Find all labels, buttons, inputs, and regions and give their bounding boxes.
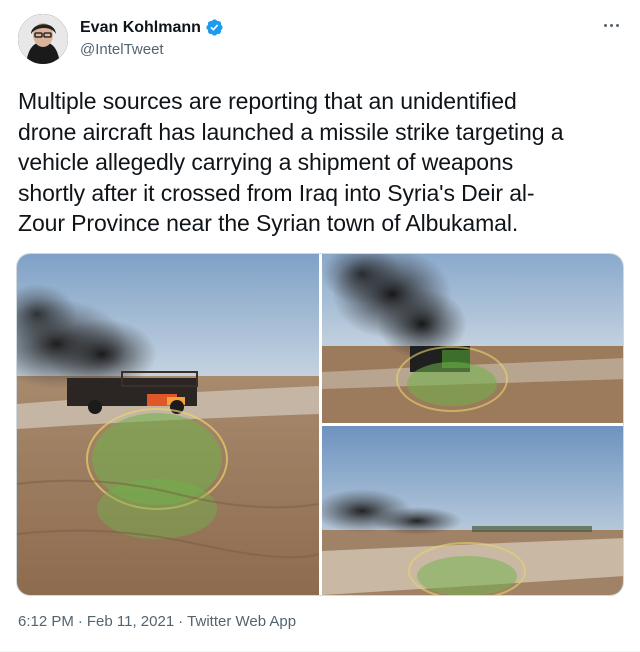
meta-separator: · xyxy=(178,613,184,630)
author-name-row[interactable]: Evan Kohlmann xyxy=(80,18,224,37)
photo-smoke-column[interactable] xyxy=(322,254,623,423)
tweet-card: Evan Kohlmann @IntelTweet Multiple sourc… xyxy=(0,0,640,652)
tweet-timestamp-time[interactable]: 6:12 PM xyxy=(18,613,74,630)
verified-badge-icon xyxy=(205,18,224,37)
meta-separator: · xyxy=(77,613,83,630)
photo-distant-smoke[interactable] xyxy=(322,426,623,595)
tweet-text-line: shortly after it crossed from Iraq into … xyxy=(18,179,535,206)
more-horizontal-icon[interactable] xyxy=(604,20,624,30)
dot xyxy=(604,23,607,27)
dot xyxy=(616,23,619,27)
tweet-timestamp-date[interactable]: Feb 11, 2021 xyxy=(87,613,174,630)
author-handle[interactable]: @IntelTweet xyxy=(80,41,164,58)
tweet-text-line: vehicle allegedly carrying a shipment of… xyxy=(18,149,514,175)
tweet-source-link[interactable]: Twitter Web App xyxy=(187,613,296,630)
tweet-text: Multiple sources are reporting that an u… xyxy=(18,86,622,239)
tweet-meta: 6:12 PM · Feb 11, 2021 · Twitter Web App xyxy=(18,613,296,630)
tweet-text-line: Zour Province near the Syrian town of Al… xyxy=(18,210,519,236)
dot xyxy=(610,23,613,27)
tweet-text-line: Multiple sources are reporting that an u… xyxy=(18,88,517,114)
tweet-text-line: drone aircraft has launched a missile st… xyxy=(18,118,564,145)
photo-burning-vehicle-wide[interactable] xyxy=(17,254,319,595)
avatar[interactable] xyxy=(18,14,68,64)
author-display-name[interactable]: Evan Kohlmann xyxy=(80,19,201,37)
media-grid xyxy=(16,253,624,596)
